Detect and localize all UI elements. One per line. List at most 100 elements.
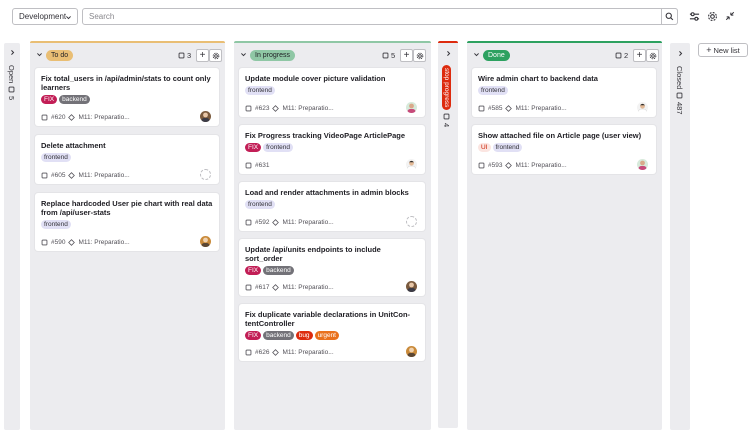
- issue-icon: [676, 92, 683, 99]
- label-urgent[interactable]: urgent: [314, 331, 339, 340]
- list-label[interactable]: Done: [483, 50, 510, 61]
- assignee-avatar[interactable]: [200, 236, 211, 247]
- collapsed-list-closed[interactable]: Closed 487: [670, 43, 690, 430]
- assignee-avatar[interactable]: [200, 111, 211, 122]
- list-label[interactable]: To do: [46, 50, 74, 61]
- collapsed-list-label: Closed 487: [675, 66, 684, 115]
- search-input[interactable]: Search: [82, 8, 678, 25]
- minimize-icon[interactable]: [723, 9, 737, 23]
- issue-title[interactable]: Update /api/units endpoints to include s…: [245, 245, 419, 263]
- issue-icon: [245, 219, 252, 226]
- issue-title[interactable]: Fix total_users in /api/admin/stats to c…: [41, 74, 213, 92]
- plus-icon: +: [706, 45, 712, 55]
- gear-icon[interactable]: [705, 9, 719, 23]
- add-issue-button[interactable]: +: [633, 49, 646, 62]
- issue-milestone[interactable]: M11: Preparatio...: [78, 172, 129, 179]
- label-backend[interactable]: backend: [263, 331, 294, 340]
- issue-milestone[interactable]: M11: Preparatio...: [78, 239, 129, 246]
- assignee-avatar[interactable]: [406, 346, 417, 357]
- issue-card[interactable]: Update /api/units endpoints to include s…: [239, 239, 425, 296]
- issue-card[interactable]: Load and render attachments in admin blo…: [239, 182, 425, 231]
- issue-milestone[interactable]: M11: Preparatio...: [78, 114, 129, 121]
- chevron-down-icon[interactable]: [36, 51, 43, 58]
- label-fix[interactable]: FIX: [245, 331, 262, 340]
- label-frontend[interactable]: frontend: [245, 86, 275, 95]
- issue-milestone[interactable]: M11: Preparatio...: [282, 284, 333, 291]
- label-ui[interactable]: UI: [478, 143, 491, 152]
- collapsed-list-open[interactable]: Open 5: [4, 43, 20, 430]
- collapsed-list-label: stop progress 4: [442, 65, 451, 128]
- milestone-icon: [272, 105, 280, 112]
- issue-card[interactable]: Wire admin chart to backend data fronten…: [472, 68, 656, 117]
- label-list: FIX backend bug urgent: [245, 331, 419, 340]
- chevron-down-icon[interactable]: [240, 51, 247, 58]
- milestone-icon: [68, 239, 76, 246]
- issue-milestone[interactable]: M11: Preparatio...: [515, 105, 566, 112]
- search-button[interactable]: [661, 8, 678, 25]
- assignee-avatar[interactable]: [406, 281, 417, 292]
- issue-card[interactable]: Fix duplicate variable declarations in U…: [239, 304, 425, 361]
- new-list-button[interactable]: + New list: [698, 43, 748, 57]
- issue-card[interactable]: Fix total_users in /api/admin/stats to c…: [35, 68, 219, 126]
- assignee-avatar[interactable]: [637, 102, 648, 113]
- label-backend[interactable]: backend: [59, 95, 90, 104]
- issue-meta: #592 M11: Preparatio...: [245, 219, 334, 226]
- label-backend[interactable]: backend: [263, 266, 294, 275]
- chevron-down-icon[interactable]: [473, 51, 480, 58]
- add-issue-button[interactable]: +: [196, 49, 209, 62]
- issue-title[interactable]: Wire admin chart to backend data: [478, 74, 650, 83]
- assignee-avatar[interactable]: [637, 159, 648, 170]
- list-name: Open: [7, 65, 16, 84]
- issue-icon: [615, 52, 622, 59]
- issue-title[interactable]: Fix duplicate variable declarations in U…: [245, 310, 419, 328]
- issue-icon: [478, 105, 485, 112]
- issue-count: 3: [178, 51, 191, 60]
- list-count: 487: [675, 102, 684, 115]
- assignee-avatar[interactable]: [406, 102, 417, 113]
- add-issue-button[interactable]: +: [400, 49, 413, 62]
- issue-card[interactable]: Replace hardcoded User pie chart with re…: [35, 193, 219, 251]
- list-settings-button[interactable]: [646, 49, 659, 62]
- label-bug[interactable]: bug: [295, 331, 313, 340]
- unassigned-avatar-icon[interactable]: [200, 169, 211, 180]
- issue-card[interactable]: Delete attachment frontend #605 M11: Pre…: [35, 135, 219, 184]
- label-list: frontend: [478, 86, 650, 95]
- issue-milestone[interactable]: M11: Preparatio...: [282, 349, 333, 356]
- list-settings-button[interactable]: [413, 49, 426, 62]
- collapsed-list-stop-progress[interactable]: stop progress 4: [438, 41, 458, 428]
- issue-number: #590: [51, 239, 66, 246]
- issue-icon: [41, 114, 48, 121]
- issue-title[interactable]: Update module cover picture validation: [245, 74, 419, 83]
- label-frontend[interactable]: frontend: [478, 86, 508, 95]
- issue-card[interactable]: Update module cover picture validation f…: [239, 68, 425, 117]
- list-settings-button[interactable]: [209, 49, 222, 62]
- issue-milestone[interactable]: M11: Preparatio...: [515, 162, 566, 169]
- label-fix[interactable]: FIX: [245, 266, 262, 275]
- filter-settings-icon[interactable]: [687, 9, 701, 23]
- issue-title[interactable]: Replace hardcoded User pie chart with re…: [41, 199, 213, 217]
- issue-card[interactable]: Fix Progress tracking VideoPage ArticleP…: [239, 125, 425, 174]
- label-fix[interactable]: FIX: [245, 143, 262, 152]
- assignee-avatar[interactable]: [406, 159, 417, 170]
- issue-card[interactable]: Show attached file on Article page (user…: [472, 125, 656, 174]
- label-fix[interactable]: FIX: [41, 95, 58, 104]
- issue-milestone[interactable]: M11: Preparatio...: [282, 219, 333, 226]
- label-frontend[interactable]: frontend: [245, 200, 275, 209]
- issue-milestone[interactable]: M11: Preparatio...: [282, 105, 333, 112]
- issue-title[interactable]: Show attached file on Article page (user…: [478, 131, 650, 140]
- unassigned-avatar-icon[interactable]: [406, 216, 417, 227]
- issue-title[interactable]: Delete attachment: [41, 141, 213, 150]
- list-color-bar: [438, 41, 458, 43]
- list-label[interactable]: In progress: [250, 50, 296, 61]
- label-frontend[interactable]: frontend: [41, 153, 71, 162]
- issue-icon: [478, 162, 485, 169]
- issue-meta: #626 M11: Preparatio...: [245, 349, 334, 356]
- board-switcher[interactable]: Development: [12, 8, 78, 25]
- list-header: Done 2 +: [467, 43, 662, 67]
- label-frontend[interactable]: frontend: [492, 143, 523, 152]
- issue-title[interactable]: Load and render attachments in admin blo…: [245, 188, 419, 197]
- label-frontend[interactable]: frontend: [263, 143, 293, 152]
- issue-icon: [245, 349, 252, 356]
- issue-title[interactable]: Fix Progress tracking VideoPage ArticleP…: [245, 131, 419, 140]
- label-frontend[interactable]: frontend: [41, 220, 71, 229]
